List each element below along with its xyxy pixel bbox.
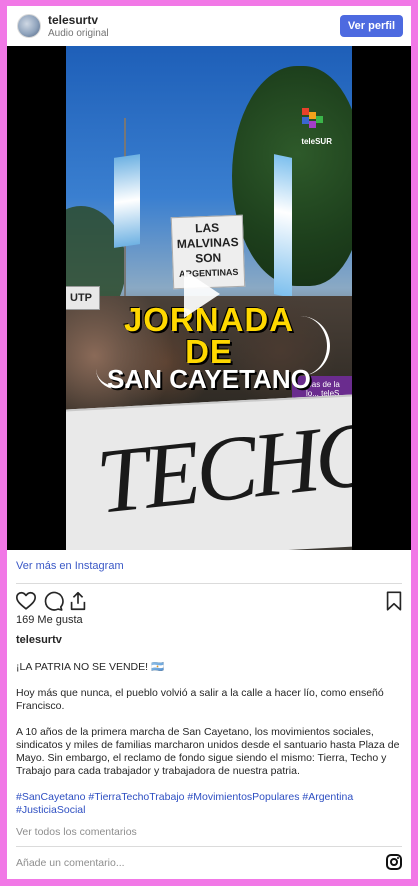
header-username[interactable]: telesurtv [48, 13, 98, 27]
caption: ¡LA PATRIA NO SE VENDE! 🇦🇷 Hoy más que n… [16, 661, 401, 830]
telesur-logo-text: teleSUR [301, 137, 332, 146]
overlay-title-san-cayetano: SAN CAYETANO [107, 364, 311, 394]
tree-shape [232, 66, 352, 286]
flag-right [274, 154, 292, 298]
caption-headline: ¡LA PATRIA NO SE VENDE! 🇦🇷 [16, 661, 165, 673]
action-bar [7, 590, 411, 614]
comment-icon[interactable] [42, 590, 64, 612]
caption-paragraph: A 10 años de la primera marcha de San Ca… [16, 726, 400, 777]
view-more-instagram-link[interactable]: Ver más en Instagram [16, 560, 124, 572]
avatar[interactable] [17, 14, 41, 38]
share-icon[interactable] [67, 590, 89, 612]
sign-line: MALVINAS [176, 234, 239, 252]
divider [16, 846, 402, 847]
instagram-icon[interactable] [386, 854, 402, 870]
post-media[interactable]: LAS MALVINAS SON ARGENTINAS UTP Cas de l… [7, 46, 411, 550]
view-profile-button[interactable]: Ver perfil [339, 15, 403, 37]
audio-label[interactable]: Audio original [48, 28, 109, 39]
bookmark-icon[interactable] [383, 590, 405, 612]
flag-left [114, 154, 140, 248]
add-comment-input[interactable]: Añade un comentario... [16, 857, 125, 869]
caption-paragraph: Hoy más que nunca, el pueblo volvió a sa… [16, 687, 384, 712]
play-icon[interactable] [184, 270, 220, 318]
instagram-embed: telesurtv Audio original Ver perfil LAS … [7, 6, 411, 879]
caption-hashtags[interactable]: #SanCayetano #TierraTechoTrabajo #Movimi… [16, 791, 401, 817]
post-header: telesurtv Audio original Ver perfil [7, 6, 411, 46]
video-frame[interactable]: LAS MALVINAS SON ARGENTINAS UTP Cas de l… [66, 46, 352, 550]
likes-count[interactable]: 169 Me gusta [16, 614, 83, 626]
heart-icon[interactable] [15, 590, 37, 612]
caption-username[interactable]: telesurtv [16, 634, 62, 646]
divider [16, 583, 402, 584]
view-all-comments-link[interactable]: Ver todos los comentarios [16, 826, 137, 838]
